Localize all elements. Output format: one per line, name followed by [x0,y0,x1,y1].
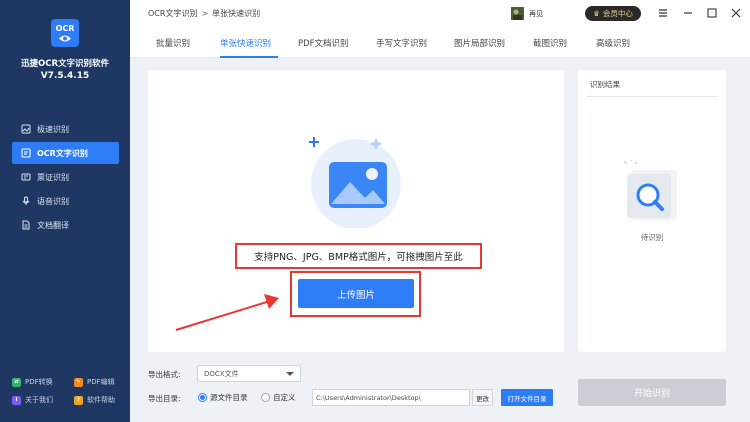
image-upload-illustration-icon [309,137,401,228]
tab-bar: 批量识别 单张快速识别 PDF文档识别 手写文字识别 图片局部识别 截图识别 高… [130,28,750,58]
minimize-icon[interactable] [682,7,694,19]
chevron-down-icon [286,372,294,376]
pdf-convert-icon: ⇄ [12,377,21,387]
app-logo: OCR [51,19,79,47]
breadcrumb-separator: > [201,9,209,18]
sidebar-item-label: 文档翻译 [37,220,69,230]
red-arrow-icon [175,294,279,331]
footer-pdf-convert[interactable]: ⇄ PDF转换 [12,377,53,387]
footer-about[interactable]: i 关于我们 [12,395,53,405]
title-bar: OCR文字识别 > 单张快速识别 再见 ♛ 会员中心 [130,0,750,28]
image-scan-icon [21,124,31,134]
logo-text: OCR [55,23,75,33]
help-icon: ? [74,395,83,405]
footer-label: 软件帮助 [87,396,115,404]
footer-label: PDF编辑 [87,378,115,386]
export-dir-label: 导出目录: [148,394,181,403]
vip-center-button[interactable]: ♛ 会员中心 [585,6,641,21]
sidebar: OCR 迅捷OCR文字识别软件 V7.5.4.15 极速识别 OCR文字识别 票… [0,0,130,422]
radio-custom-dir[interactable]: 自定义 [261,392,296,403]
sidebar-item-voice[interactable]: 语音识别 [12,190,119,212]
sidebar-item-translate[interactable]: 文档翻译 [12,214,119,236]
tab-pdf[interactable]: PDF文档识别 [298,37,349,49]
active-tab-indicator [220,56,278,58]
sidebar-item-label: 语音识别 [37,196,69,206]
upload-hint: 支持PNG、JPG、BMP格式图片，可拖拽图片至此 [235,243,482,269]
tab-batch[interactable]: 批量识别 [156,37,190,49]
breadcrumb-item[interactable]: OCR文字识别 [148,9,197,18]
export-path-input[interactable] [312,389,470,406]
footer-pdf-edit[interactable]: ✎ PDF编辑 [74,377,115,387]
result-panel: 识别结果 待识别 [578,70,726,352]
result-title: 识别结果 [590,80,620,89]
sidebar-item-ticket[interactable]: 票证识别 [12,166,119,188]
tab-advanced[interactable]: 高级识别 [596,37,630,49]
sidebar-item-label: 票证识别 [37,172,69,182]
magnifier-document-icon [623,160,677,220]
sidebar-item-label: OCR文字识别 [37,148,88,158]
sidebar-item-label: 极速识别 [37,124,69,134]
radio-label: 自定义 [273,393,296,402]
app-version: V7.5.4.15 [40,71,90,81]
start-recognition-button[interactable]: 开始识别 [578,379,726,406]
radio-unchecked-icon [261,393,270,402]
tab-partial-image[interactable]: 图片局部识别 [454,37,505,49]
menu-icon[interactable] [657,7,669,19]
close-icon[interactable] [730,7,742,19]
footer-help[interactable]: ? 软件帮助 [74,395,115,405]
radio-checked-icon [198,393,207,402]
radio-label: 源文件目录 [210,393,248,402]
eye-icon [59,35,71,41]
radio-source-dir[interactable]: 源文件目录 [198,392,248,403]
avatar[interactable] [511,7,524,20]
divider [586,96,718,97]
about-icon: i [12,395,21,405]
footer-label: 关于我们 [25,396,53,404]
microphone-icon [21,196,31,206]
change-dir-button[interactable]: 更改 [472,389,493,406]
translate-doc-icon [21,220,31,230]
breadcrumb-item: 单张快速识别 [212,9,261,18]
export-format-value: DOCX文件 [204,369,239,378]
vip-label: 会员中心 [602,9,633,18]
tab-handwriting[interactable]: 手写文字识别 [376,37,427,49]
id-card-icon [21,172,31,182]
maximize-icon[interactable] [706,7,718,19]
tab-single-fast[interactable]: 单张快速识别 [220,37,271,49]
tab-screenshot[interactable]: 截图识别 [533,37,567,49]
sidebar-item-fast-recognition[interactable]: 极速识别 [12,118,119,140]
app-name: 迅捷OCR文字识别软件 [20,59,109,69]
user-name[interactable]: 再见 [529,9,543,19]
open-dir-button[interactable]: 打开文件目录 [501,389,553,406]
pending-status: 待识别 [640,233,664,242]
pdf-edit-icon: ✎ [74,377,83,387]
export-format-label: 导出格式: [148,370,181,379]
footer-label: PDF转换 [25,378,53,386]
export-format-select[interactable]: DOCX文件 [197,365,301,382]
breadcrumb: OCR文字识别 > 单张快速识别 [148,8,260,19]
ocr-icon [21,148,31,158]
crown-icon: ♛ [593,9,600,18]
sidebar-item-ocr[interactable]: OCR文字识别 [12,142,119,164]
upload-image-button[interactable]: 上传图片 [298,279,414,308]
